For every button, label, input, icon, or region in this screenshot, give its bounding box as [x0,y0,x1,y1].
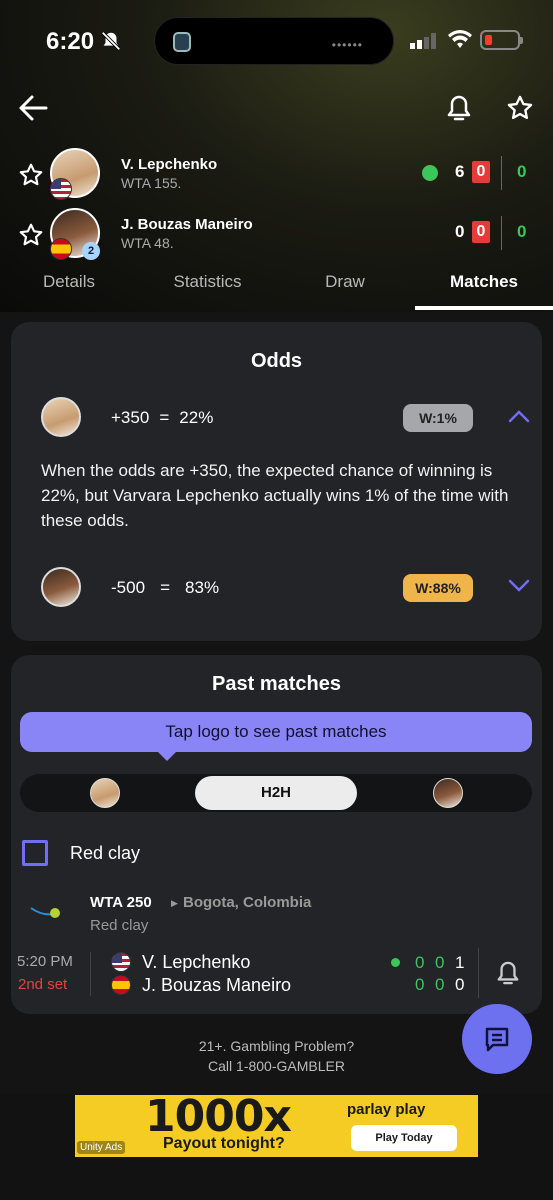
banner-ad[interactable]: 1000x Payout tonight? parlay play Play T… [75,1095,478,1157]
points-score: 0 [517,222,527,241]
player-name[interactable]: J. Bouzas Maneiro [121,216,253,233]
tournament-name[interactable]: WTA 250 [90,894,152,911]
notification-bell-icon[interactable] [446,94,472,122]
back-arrow-icon[interactable] [18,94,48,122]
player-1-logo[interactable] [90,778,120,808]
serving-ball-icon [391,958,400,967]
score-cell: 0 [415,975,425,994]
tab-draw[interactable]: Draw [300,266,390,312]
match-player-1[interactable]: V. Lepchenko [142,952,250,973]
ad-network-label: Unity Ads [77,1141,126,1154]
caret-right-icon: ▶ [171,898,178,908]
wifi-icon [448,30,472,48]
wta-logo-icon [30,907,60,918]
bell-off-icon [101,31,121,51]
favorite-star-icon[interactable] [506,94,534,122]
h2h-segmented-control: H2H [20,774,532,812]
score-cell: 0 [435,953,445,972]
chat-fab-button[interactable] [462,1004,532,1074]
player-row-1: V. Lepchenko WTA 155. 6 0 0 [0,148,553,204]
past-matches-layer: Tap logo to see past matches H2H Red cla… [0,312,553,1112]
player-rank: WTA 48. [121,235,174,251]
tournament-location: Bogota, Colombia [183,894,312,911]
ad-subtext: Payout tonight? [163,1135,285,1152]
chat-icon [485,1027,509,1052]
spain-flag-icon [50,238,72,260]
match-player-2[interactable]: J. Bouzas Maneiro [142,975,291,996]
sets-score: 6 [455,162,465,181]
divider [90,952,91,996]
signal-icon [410,33,436,49]
status-bar: 6:20 •••••• [0,0,553,80]
spain-flag-icon [111,975,131,995]
score-divider [501,216,502,250]
player-rank: WTA 155. [121,175,182,191]
tab-details[interactable]: Details [18,266,120,312]
match-time: 5:20 PM [17,953,73,970]
player-2-logo[interactable] [433,778,463,808]
h2h-button[interactable]: H2H [195,776,357,810]
tab-statistics[interactable]: Statistics [150,266,265,312]
app-icon [173,32,191,52]
player-row-2: 2 J. Bouzas Maneiro WTA 48. 0 0 0 [0,208,553,264]
games-score: 0 [472,221,490,243]
score-cell: 0 [435,975,445,994]
games-score: 0 [472,161,490,183]
divider [478,948,479,998]
match-status: 2nd set [18,976,68,993]
usa-flag-icon [111,952,131,972]
score-cell: 0 [455,975,465,994]
player-name[interactable]: V. Lepchenko [121,156,217,173]
match-bell-icon[interactable] [496,960,520,986]
usa-flag-icon [50,178,72,200]
favorite-player-star-icon[interactable] [18,222,44,248]
serving-ball-icon [422,165,438,181]
sets-score: 0 [455,222,465,241]
active-tab-indicator [415,306,553,310]
island-dots: •••••• [331,38,363,52]
score-divider [501,156,502,190]
match-header: 6:20 •••••• V. Lepchenko WTA 155. 6 0 0 … [0,0,553,312]
battery-icon [480,30,523,50]
points-score: 0 [517,162,527,181]
favorite-player-star-icon[interactable] [18,162,44,188]
surface-filter-checkbox[interactable] [22,840,48,866]
dynamic-island: •••••• [154,17,394,65]
tournament-surface: Red clay [90,917,149,934]
ad-brand: parlay play [347,1101,426,1118]
score-cell: 1 [455,953,465,972]
clock: 6:20 [46,28,95,55]
past-matches-tooltip[interactable]: Tap logo to see past matches [20,712,532,752]
score-cell: 0 [415,953,425,972]
tooltip-tail [158,752,176,761]
tab-bar: Details Statistics Draw Matches [0,266,553,312]
ad-cta-button[interactable]: Play Today [351,1125,457,1151]
seed-badge: 2 [82,242,100,260]
surface-filter-label[interactable]: Red clay [70,843,140,864]
